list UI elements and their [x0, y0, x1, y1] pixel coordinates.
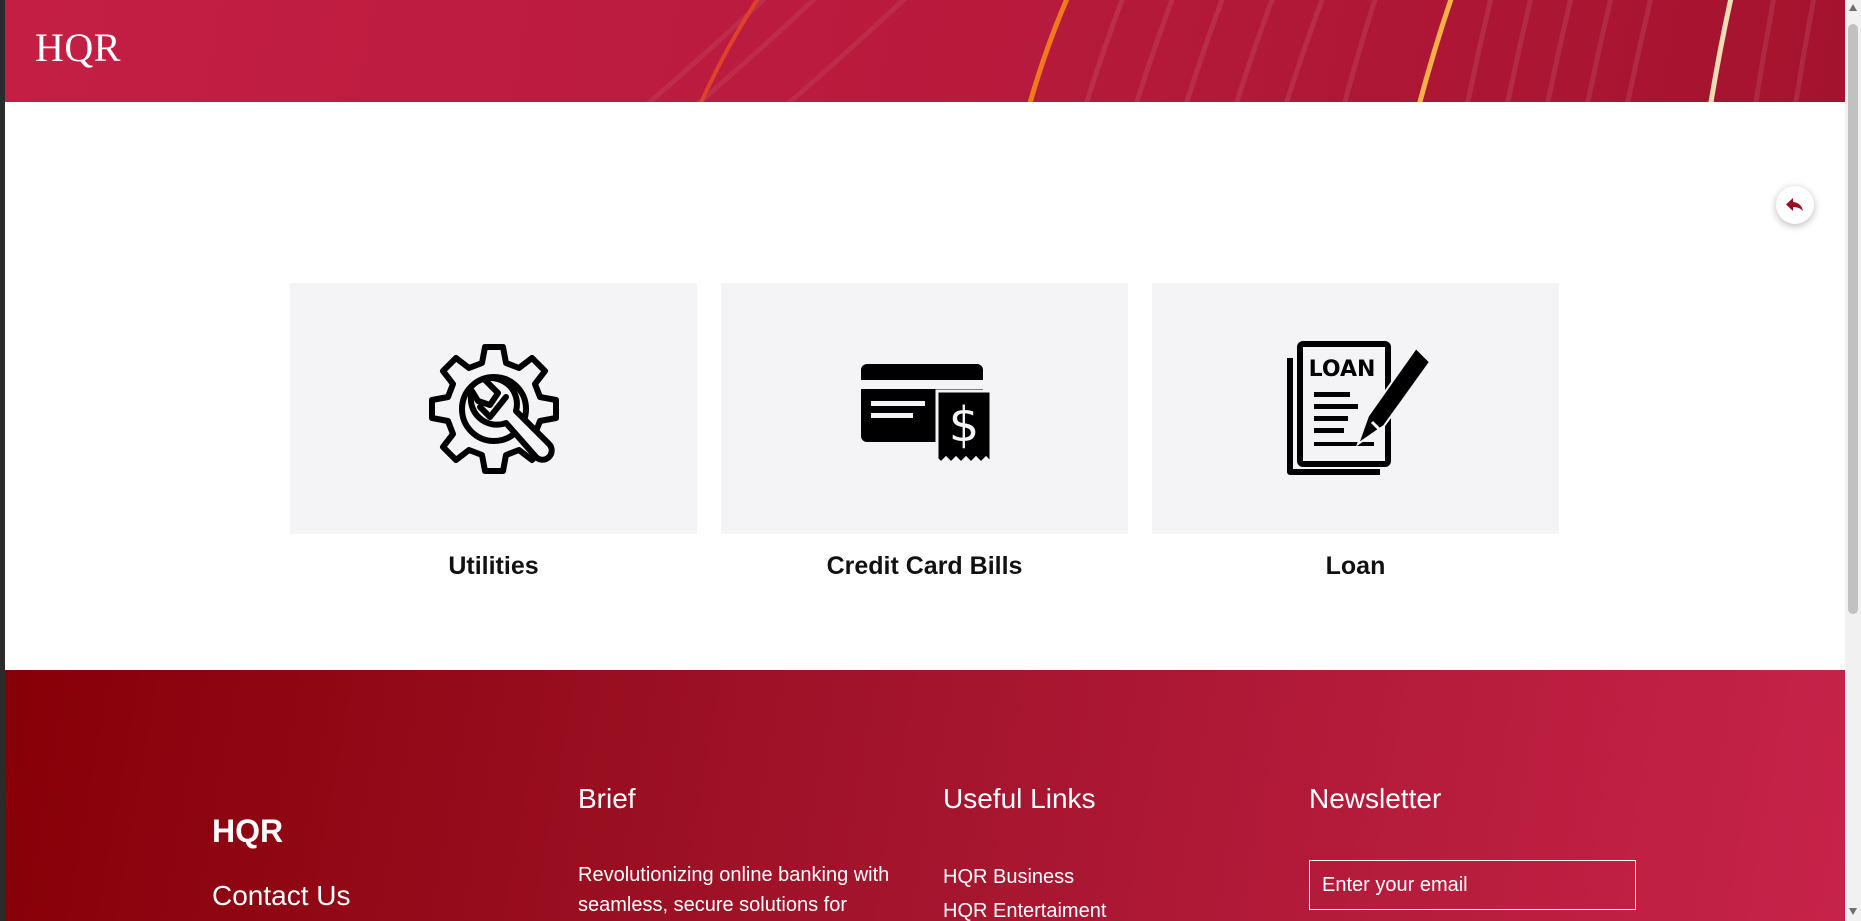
reply-arrow-icon [1786, 198, 1803, 211]
back-button[interactable] [1776, 186, 1814, 224]
footer: HQR Contact Us Brief Revolutionizing onl… [5, 670, 1845, 921]
service-card-credit-card-bills[interactable]: $ Credit Card Bills [721, 283, 1128, 581]
service-card-loan[interactable]: LOAN Loan [1152, 283, 1559, 581]
utilities-tile[interactable] [290, 283, 697, 534]
service-card-utilities[interactable]: Utilities [290, 283, 697, 581]
footer-brand[interactable]: HQR [212, 813, 283, 850]
brief-heading: Brief [578, 783, 636, 814]
loan-tile[interactable]: LOAN [1152, 283, 1559, 534]
brief-text: Revolutionizing online banking with seam… [578, 864, 890, 916]
service-label[interactable]: Loan [1152, 552, 1559, 581]
newsletter-heading: Newsletter [1309, 783, 1442, 814]
scrollbar-thumb[interactable] [1848, 24, 1858, 614]
credit-card-bills-tile[interactable]: $ [721, 283, 1128, 534]
loan-icon-text: LOAN [1308, 357, 1375, 382]
gear-wrench-icon [428, 343, 559, 474]
header-decoration [646, 0, 1816, 102]
brand-logo[interactable]: HQR [35, 24, 121, 71]
link-hqr-entertainment[interactable]: HQR Entertaiment [943, 900, 1106, 921]
top-header: HQR [5, 0, 1845, 102]
loan-document-pen-icon: LOAN [1286, 340, 1431, 475]
newsletter-email-input[interactable] [1309, 860, 1636, 910]
scroll-up-icon[interactable] [1849, 4, 1857, 11]
vertical-scrollbar[interactable] [1845, 0, 1861, 921]
svg-text:$: $ [948, 397, 979, 453]
service-label[interactable]: Utilities [290, 552, 697, 581]
service-label[interactable]: Credit Card Bills [721, 552, 1128, 581]
useful-links-heading: Useful Links [943, 783, 1096, 814]
bill-dollar-icon: $ [860, 363, 992, 467]
link-hqr-business[interactable]: HQR Business [943, 866, 1074, 889]
contact-us-link[interactable]: Contact Us [212, 880, 351, 912]
scroll-down-icon[interactable] [1849, 908, 1857, 915]
